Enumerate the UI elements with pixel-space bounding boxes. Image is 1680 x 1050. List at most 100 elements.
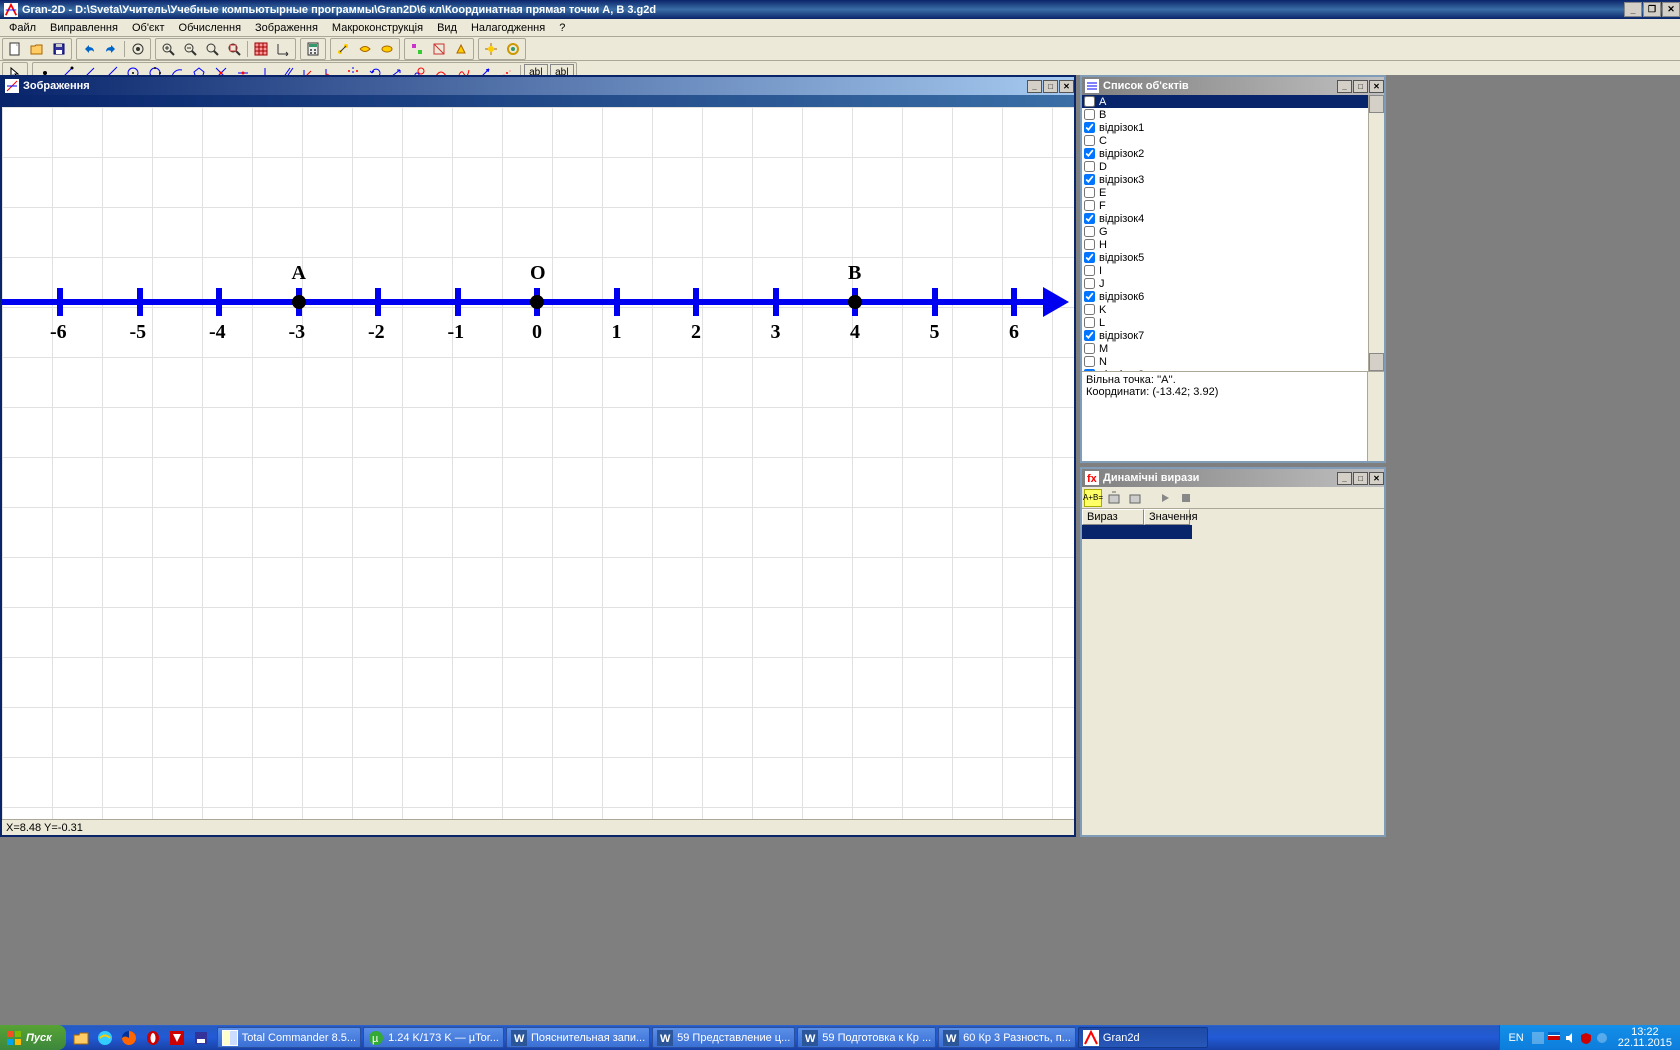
object-item[interactable]: відрізок5 xyxy=(1082,251,1384,264)
ql-opera-icon[interactable] xyxy=(142,1027,164,1049)
minimize-button[interactable]: _ xyxy=(1624,2,1642,17)
task-button[interactable]: Total Commander 8.5... xyxy=(217,1027,361,1048)
properties-icon[interactable] xyxy=(128,40,148,58)
tool-1-icon[interactable] xyxy=(333,40,353,58)
restore-button[interactable]: ❐ xyxy=(1643,2,1661,17)
menu-edit[interactable]: Виправлення xyxy=(43,20,125,36)
object-checkbox[interactable] xyxy=(1084,213,1095,224)
object-item[interactable]: відрізок4 xyxy=(1082,212,1384,225)
dyn-col-value[interactable]: Значення xyxy=(1144,509,1190,525)
dyn-play-icon[interactable] xyxy=(1156,489,1174,507)
axes-icon[interactable] xyxy=(273,40,293,58)
object-item[interactable]: I xyxy=(1082,264,1384,277)
object-checkbox[interactable] xyxy=(1084,122,1095,133)
object-item[interactable]: M xyxy=(1082,342,1384,355)
object-item[interactable]: L xyxy=(1082,316,1384,329)
objects-scrollbar[interactable] xyxy=(1368,95,1384,371)
task-button[interactable]: W59 Представление ц... xyxy=(652,1027,795,1048)
dyn-col-expr[interactable]: Вираз xyxy=(1082,509,1144,525)
close-button[interactable]: ✕ xyxy=(1662,2,1680,17)
object-checkbox[interactable] xyxy=(1084,187,1095,198)
objects-list[interactable]: ABвідрізок1Cвідрізок2Dвідрізок3EFвідрізо… xyxy=(1082,95,1384,371)
point-A[interactable] xyxy=(292,295,306,309)
dyn-row-selected[interactable] xyxy=(1082,525,1384,539)
tool-5-icon[interactable] xyxy=(429,40,449,58)
object-item[interactable]: C xyxy=(1082,134,1384,147)
canvas-max-button[interactable]: □ xyxy=(1043,80,1058,93)
object-item[interactable]: H xyxy=(1082,238,1384,251)
undo-icon[interactable] xyxy=(79,40,99,58)
object-checkbox[interactable] xyxy=(1084,356,1095,367)
objects-min-button[interactable]: _ xyxy=(1337,80,1352,93)
object-item[interactable]: відрізок3 xyxy=(1082,173,1384,186)
ql-app1-icon[interactable] xyxy=(166,1027,188,1049)
menu-help[interactable]: ? xyxy=(552,20,572,36)
object-checkbox[interactable] xyxy=(1084,226,1095,237)
calc-icon[interactable] xyxy=(303,40,323,58)
menu-image[interactable]: Зображення xyxy=(248,20,325,36)
new-file-icon[interactable] xyxy=(5,40,25,58)
object-item[interactable]: відрізок6 xyxy=(1082,290,1384,303)
menu-debug[interactable]: Налагодження xyxy=(464,20,552,36)
tool-7-icon[interactable] xyxy=(481,40,501,58)
dyn-add-icon[interactable]: A+B= xyxy=(1084,489,1102,507)
objects-close-button[interactable]: ✕ xyxy=(1369,80,1384,93)
open-file-icon[interactable] xyxy=(27,40,47,58)
tool-2-icon[interactable] xyxy=(355,40,375,58)
point-B[interactable] xyxy=(848,295,862,309)
tray-icon-1[interactable] xyxy=(1532,1032,1544,1044)
tray-flag-icon[interactable] xyxy=(1548,1032,1560,1044)
menu-compute[interactable]: Обчислення xyxy=(172,20,249,36)
tray-icon-5[interactable] xyxy=(1596,1032,1608,1044)
save-file-icon[interactable] xyxy=(49,40,69,58)
object-item[interactable]: відрізок7 xyxy=(1082,329,1384,342)
ql-app2-icon[interactable] xyxy=(190,1027,212,1049)
object-item[interactable]: D xyxy=(1082,160,1384,173)
object-checkbox[interactable] xyxy=(1084,265,1095,276)
tool-6-icon[interactable] xyxy=(451,40,471,58)
tool-8-icon[interactable] xyxy=(503,40,523,58)
object-item[interactable]: E xyxy=(1082,186,1384,199)
task-button[interactable]: W60 Кр 3 Разность, п... xyxy=(938,1027,1076,1048)
menu-macro[interactable]: Макроконструкція xyxy=(325,20,430,36)
tool-3-icon[interactable] xyxy=(377,40,397,58)
object-item[interactable]: відрізок2 xyxy=(1082,147,1384,160)
dyn-stop-icon[interactable] xyxy=(1177,489,1195,507)
dyn-edit-icon[interactable] xyxy=(1126,489,1144,507)
object-checkbox[interactable] xyxy=(1084,239,1095,250)
object-checkbox[interactable] xyxy=(1084,148,1095,159)
tray-shield-icon[interactable] xyxy=(1580,1032,1592,1044)
object-checkbox[interactable] xyxy=(1084,252,1095,263)
objects-max-button[interactable]: □ xyxy=(1353,80,1368,93)
tray-volume-icon[interactable] xyxy=(1564,1032,1576,1044)
tool-4-icon[interactable] xyxy=(407,40,427,58)
object-checkbox[interactable] xyxy=(1084,96,1095,107)
object-checkbox[interactable] xyxy=(1084,174,1095,185)
grid-icon[interactable] xyxy=(251,40,271,58)
canvas-area[interactable]: -6-5-4-3-2-10123456 AOB xyxy=(2,107,1074,835)
zoom-fit-icon[interactable] xyxy=(224,40,244,58)
task-button[interactable]: WПояснительная запи... xyxy=(506,1027,650,1048)
zoom-reset-icon[interactable] xyxy=(202,40,222,58)
object-checkbox[interactable] xyxy=(1084,291,1095,302)
tray-clock[interactable]: 13:22 22.11.2015 xyxy=(1618,1027,1672,1049)
object-item[interactable]: F xyxy=(1082,199,1384,212)
point-O[interactable] xyxy=(530,295,544,309)
dynamic-min-button[interactable]: _ xyxy=(1337,472,1352,485)
dynamic-table[interactable]: Вираз Значення xyxy=(1082,509,1384,539)
ql-explorer-icon[interactable] xyxy=(70,1027,92,1049)
lang-indicator[interactable]: EN xyxy=(1508,1032,1523,1044)
dynamic-close-button[interactable]: ✕ xyxy=(1369,472,1384,485)
object-checkbox[interactable] xyxy=(1084,278,1095,289)
object-checkbox[interactable] xyxy=(1084,317,1095,328)
dynamic-max-button[interactable]: □ xyxy=(1353,472,1368,485)
menu-file[interactable]: Файл xyxy=(2,20,43,36)
object-checkbox[interactable] xyxy=(1084,200,1095,211)
canvas-close-button[interactable]: ✕ xyxy=(1059,80,1074,93)
dyn-del-icon[interactable] xyxy=(1105,489,1123,507)
system-tray[interactable]: EN 13:22 22.11.2015 xyxy=(1499,1025,1680,1050)
object-checkbox[interactable] xyxy=(1084,161,1095,172)
object-item[interactable]: B xyxy=(1082,108,1384,121)
object-checkbox[interactable] xyxy=(1084,109,1095,120)
object-checkbox[interactable] xyxy=(1084,343,1095,354)
